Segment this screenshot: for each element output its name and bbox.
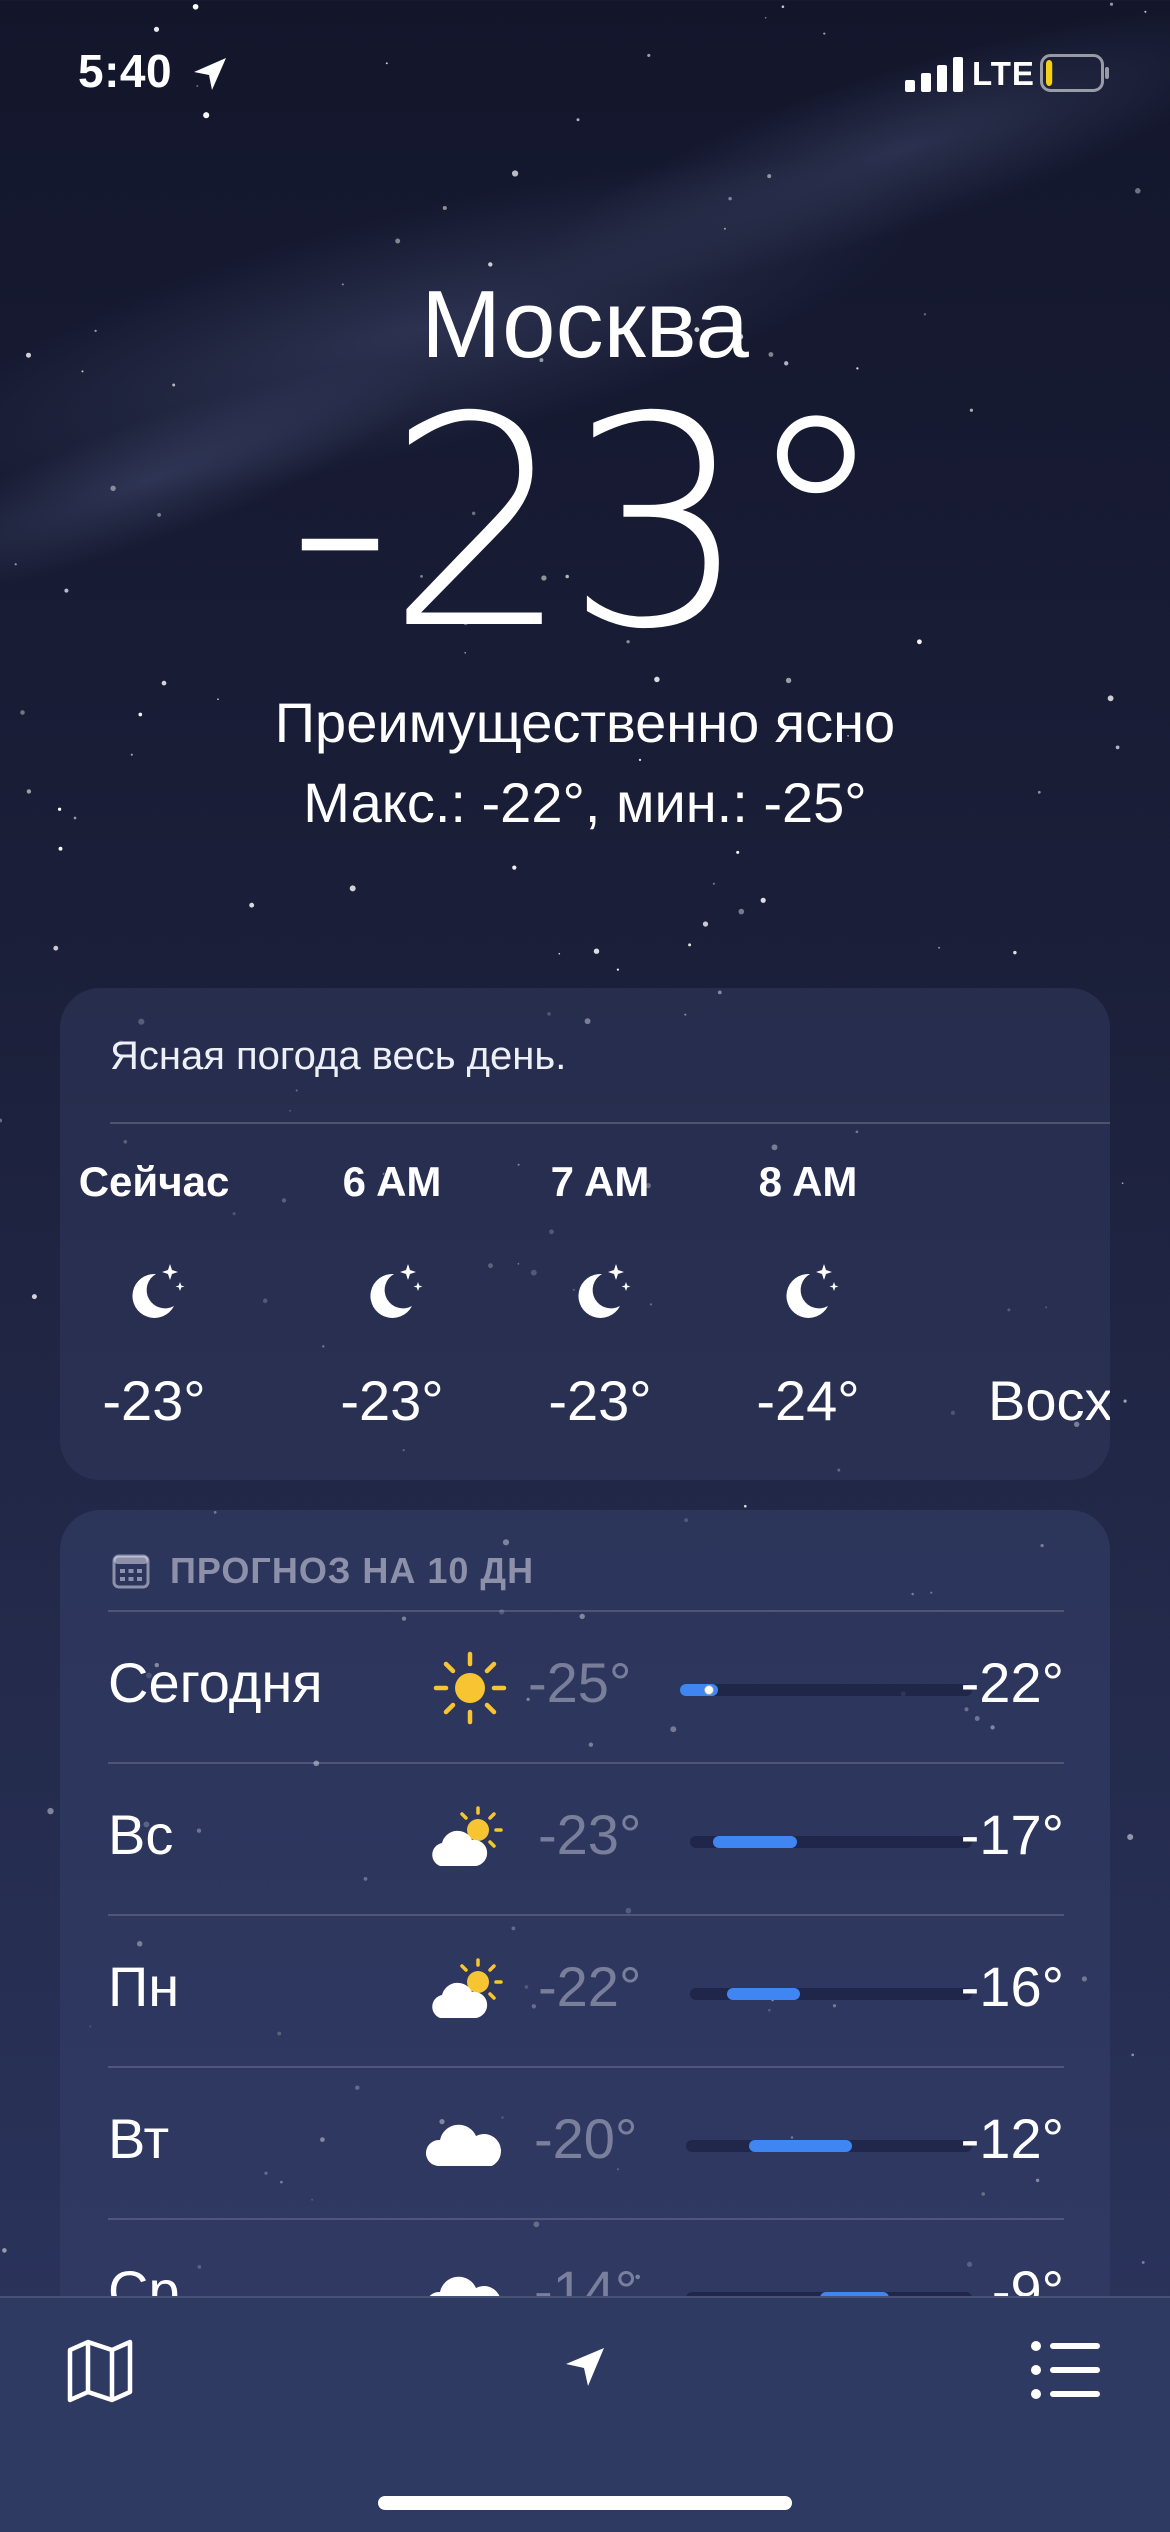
weather-condition: Преимущественно ясно	[274, 691, 896, 754]
ten-day-title: ПРОГНОЗ НА 10 ДН	[170, 1550, 535, 1591]
battery-icon	[1040, 54, 1109, 92]
status-bar: 5:40 LTE	[0, 0, 1170, 150]
day-name: Вс	[108, 1803, 174, 1866]
hour-temperature: Восх	[988, 1369, 1110, 1432]
cellular-signal-icon	[905, 57, 963, 92]
moon-stars-icon	[132, 1264, 185, 1318]
hour-label: Сейчас	[78, 1158, 230, 1205]
temperature-range-bar	[680, 1684, 972, 1696]
day-row[interactable]: Пн -22° -16°	[108, 1914, 1064, 2066]
list-icon[interactable]	[1030, 2338, 1102, 2402]
temperature-range-fill	[748, 2140, 852, 2152]
temperature-range-bar	[686, 2140, 972, 2152]
day-high: -17°	[960, 1803, 1064, 1866]
hourly-item: 6 AM -23°	[302, 1158, 482, 1458]
hour-label: 8 AM	[758, 1158, 858, 1205]
hour-temperature: -24°	[756, 1369, 860, 1432]
cloud-icon	[426, 2124, 501, 2166]
moon-stars-icon	[786, 1264, 839, 1318]
hourly-forecast-card[interactable]: Ясная погода весь день. Сейчас -23° 6 AM…	[60, 988, 1110, 1480]
calendar-icon	[112, 1554, 150, 1589]
day-low: -23°	[538, 1803, 642, 1866]
temperature-range-bar	[690, 1988, 972, 2000]
day-low: -22°	[538, 1955, 642, 2018]
divider	[108, 1762, 1064, 1764]
divider	[108, 2066, 1064, 2068]
hourly-summary: Ясная погода весь день.	[110, 1034, 567, 1078]
hourly-item-now: Сейчас -23°	[64, 1158, 244, 1458]
current-temperature: -23°	[287, 356, 889, 693]
divider	[108, 1914, 1064, 1916]
partly-cloudy-icon	[430, 1958, 503, 2020]
ten-day-header: ПРОГНОЗ НА 10 ДН	[112, 1546, 534, 1596]
day-row[interactable]: Вс -23° -17°	[108, 1762, 1064, 1914]
temperature-range-fill	[712, 1836, 798, 1848]
hour-temperature: -23°	[340, 1369, 444, 1432]
day-name: Пн	[108, 1955, 180, 2018]
temperature-range-fill	[726, 1988, 800, 2000]
home-indicator[interactable]	[378, 2496, 792, 2510]
high-low-temperature: Макс.: -22°, мин.: -25°	[303, 771, 867, 834]
hour-temperature: -23°	[102, 1369, 206, 1432]
divider	[110, 1122, 1110, 1124]
map-icon[interactable]	[64, 2334, 136, 2406]
status-time: 5:40	[78, 45, 173, 97]
day-high: -22°	[960, 1651, 1064, 1714]
divider	[108, 2218, 1064, 2220]
hourly-item: 7 AM -23°	[510, 1158, 690, 1458]
day-row[interactable]: Сегодня -25° -22°	[108, 1610, 1064, 1762]
day-row[interactable]: Вт -20° -12°	[108, 2066, 1064, 2218]
bottom-toolbar	[0, 2296, 1170, 2532]
day-name: Сегодня	[108, 1651, 323, 1714]
hourly-item-sunrise: Восх	[988, 1158, 1110, 1458]
day-low: -20°	[534, 2107, 638, 2170]
moon-stars-icon	[370, 1264, 423, 1318]
hour-temperature: -23°	[548, 1369, 652, 1432]
divider	[108, 1610, 1064, 1612]
temperature-range-bar	[690, 1836, 972, 1848]
day-high: -12°	[960, 2107, 1064, 2170]
hour-label: 7 AM	[550, 1158, 650, 1205]
location-arrow-icon	[194, 58, 226, 90]
network-type: LTE	[972, 55, 1035, 92]
day-name: Вт	[108, 2107, 170, 2170]
moon-stars-icon	[578, 1264, 631, 1318]
hourly-item: 8 AM -24°	[718, 1158, 898, 1458]
sun-icon	[430, 1648, 510, 1728]
location-arrow-icon[interactable]	[560, 2342, 610, 2392]
hour-label: 6 AM	[342, 1158, 442, 1205]
day-low: -25°	[528, 1651, 632, 1714]
day-high: -16°	[960, 1955, 1064, 2018]
partly-cloudy-icon	[430, 1806, 503, 1868]
